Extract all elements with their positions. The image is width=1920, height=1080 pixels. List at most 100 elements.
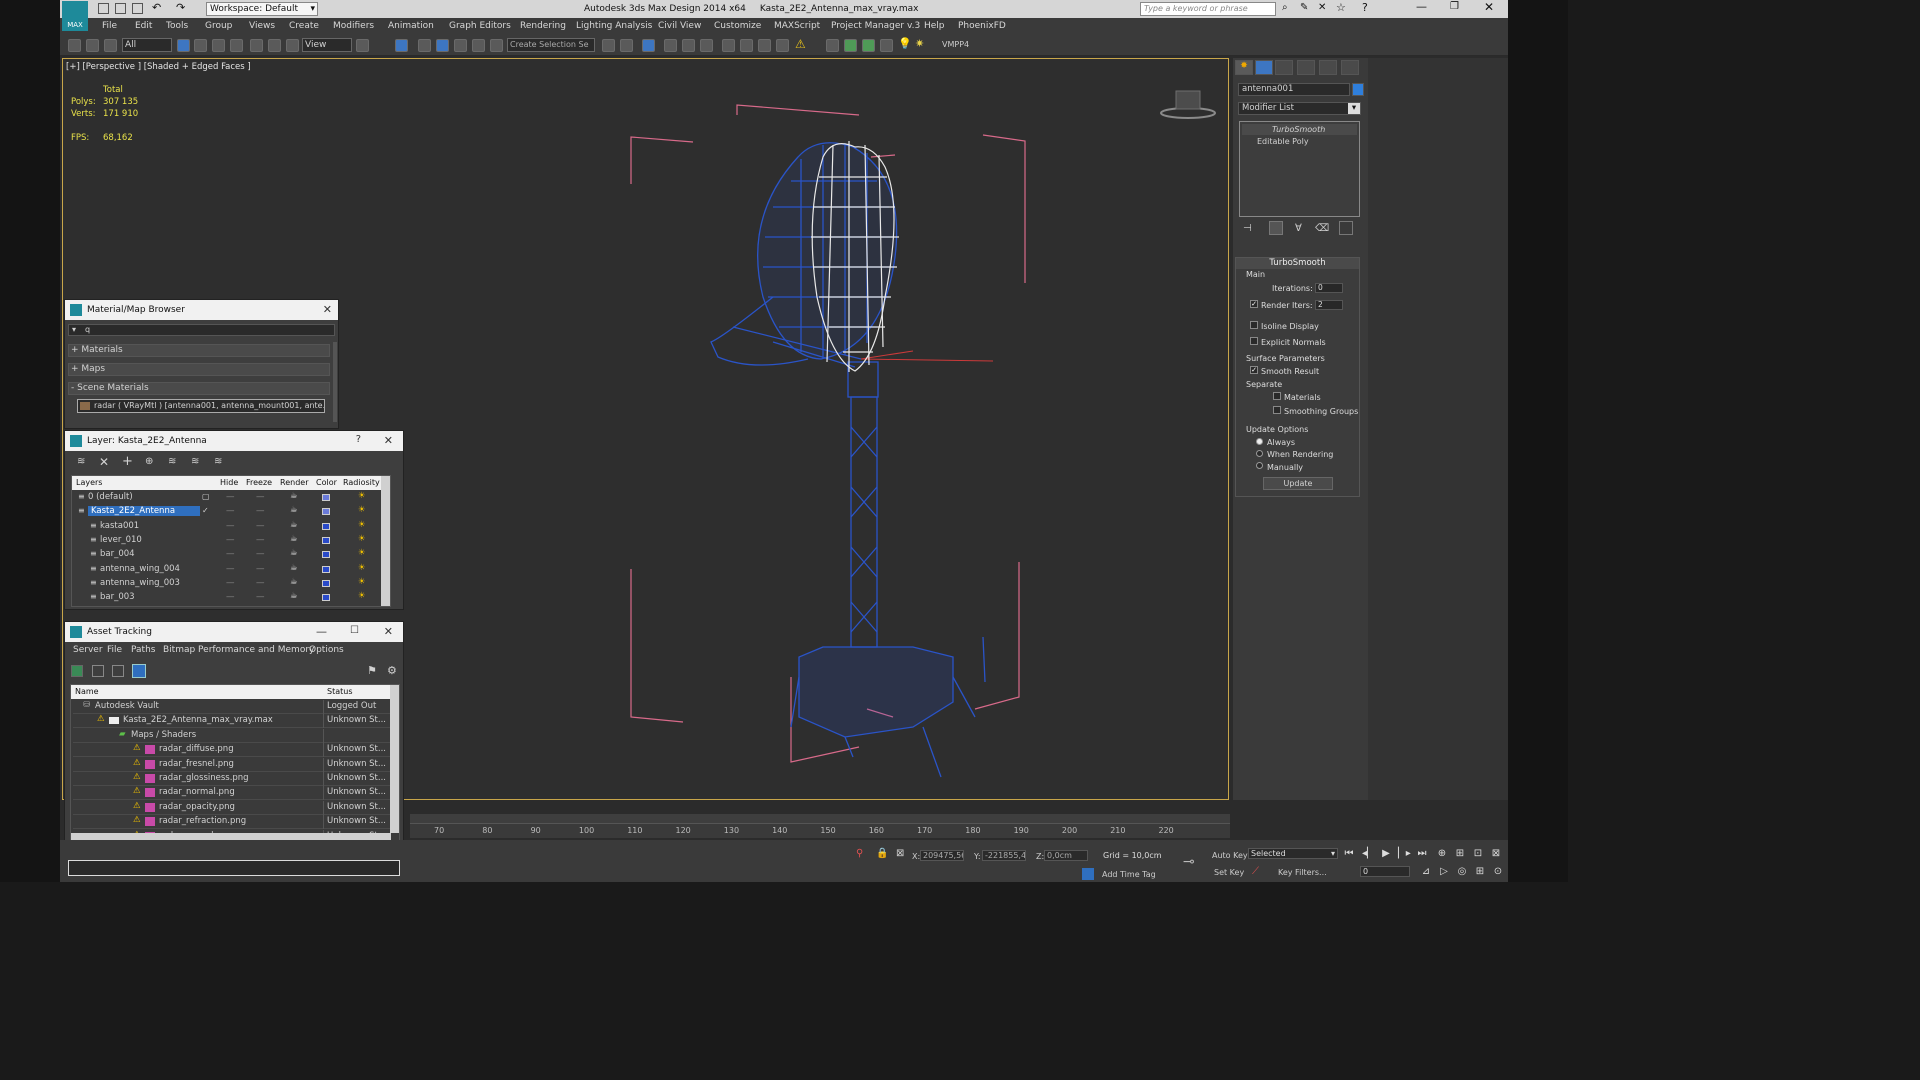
percent-snap-icon[interactable] bbox=[454, 39, 467, 52]
asset-tracking-title-bar[interactable]: Asset Tracking — ☐ ✕ bbox=[65, 622, 403, 642]
key-icon[interactable]: ⟋ bbox=[1252, 866, 1259, 877]
layer-color-swatch[interactable] bbox=[322, 522, 330, 530]
create-layer-icon[interactable]: ≋ bbox=[77, 456, 85, 467]
freeze-toggle-icon[interactable]: — bbox=[256, 564, 265, 574]
menu-customize[interactable]: Customize bbox=[714, 21, 761, 31]
tree-view-icon[interactable] bbox=[112, 665, 124, 677]
layer-color-swatch[interactable] bbox=[322, 508, 330, 516]
asset-row[interactable]: ⚠ radar_glossiness.png Unknown St... bbox=[73, 772, 391, 786]
remove-modifier-icon[interactable]: ⌫ bbox=[1315, 223, 1329, 234]
explicit-normals-checkbox[interactable] bbox=[1250, 337, 1258, 345]
layer-row[interactable]: ≡ 0 (default) ▢ — — ☕ ☀ bbox=[74, 491, 384, 505]
vray-proxy-icon[interactable] bbox=[880, 39, 893, 52]
render-iters-spinner[interactable]: 2 bbox=[1315, 300, 1343, 310]
light-bulb-icon[interactable]: 💡 bbox=[898, 37, 912, 50]
layer-row[interactable]: ≡ bar_003 — — ☕ ☀ bbox=[74, 591, 384, 605]
add-time-tag-label[interactable]: Add Time Tag bbox=[1102, 870, 1156, 879]
asset-row[interactable]: ⚠ radar_opacity.png Unknown St... bbox=[73, 800, 391, 815]
menu-tools[interactable]: Tools bbox=[166, 21, 188, 31]
radiosity-sun-icon[interactable]: ☀ bbox=[358, 534, 366, 544]
create-tab-icon[interactable]: ✸ bbox=[1235, 60, 1253, 75]
layer-row[interactable]: ≡ kasta001 — — ☕ ☀ bbox=[74, 520, 384, 534]
modifier-list-dropdown[interactable]: Modifier List ▾ bbox=[1238, 102, 1361, 115]
maxscript-mini-listener[interactable] bbox=[68, 860, 400, 876]
spinner-snap-icon[interactable] bbox=[472, 39, 485, 52]
update-when-rendering-radio[interactable] bbox=[1256, 450, 1263, 457]
layer-help-button[interactable]: ? bbox=[356, 434, 361, 445]
render-teapot-icon[interactable]: ☕ bbox=[290, 520, 298, 530]
active-layer-check-icon[interactable]: ✓ bbox=[202, 506, 209, 515]
close-icon[interactable]: ✕ bbox=[384, 625, 393, 638]
play-icon[interactable]: ▶ bbox=[1380, 848, 1392, 860]
asset-menu-bitmap-performance[interactable]: Bitmap Performance and Memory bbox=[163, 645, 314, 655]
separate-smoothing-groups-checkbox[interactable] bbox=[1273, 406, 1281, 414]
menu-lighting-analysis[interactable]: Lighting Analysis bbox=[576, 21, 652, 31]
menu-maxscript[interactable]: MAXScript bbox=[774, 21, 820, 31]
column-name[interactable]: Name bbox=[75, 687, 99, 701]
utilities-tab-icon[interactable] bbox=[1341, 60, 1359, 75]
open-file-icon[interactable] bbox=[115, 3, 126, 14]
radiosity-sun-icon[interactable]: ☀ bbox=[358, 548, 366, 558]
select-in-layer-icon[interactable]: ⊕ bbox=[145, 456, 153, 467]
schematic-view-icon[interactable] bbox=[700, 39, 713, 52]
render-teapot-icon[interactable]: ☕ bbox=[290, 577, 298, 587]
bind-space-warp-icon[interactable] bbox=[104, 39, 117, 52]
menu-phoenixfd[interactable]: PhoenixFD bbox=[958, 21, 1006, 31]
layer-row[interactable]: ≡ bar_004 — — ☕ ☀ bbox=[74, 548, 384, 562]
column-freeze[interactable]: Freeze bbox=[246, 478, 272, 492]
tools-icon[interactable]: ✎ bbox=[1300, 2, 1308, 13]
redo-icon[interactable]: ↷ bbox=[176, 1, 185, 14]
menu-graph-editors[interactable]: Graph Editors bbox=[449, 21, 511, 31]
curve-editor-icon[interactable] bbox=[682, 39, 695, 52]
rotate-icon[interactable] bbox=[268, 39, 281, 52]
window-crossing-icon[interactable] bbox=[230, 39, 243, 52]
scene-material-item[interactable]: radar ( VRayMtl ) [antenna001, antenna_m… bbox=[77, 399, 325, 413]
edit-named-selection-icon[interactable] bbox=[490, 39, 503, 52]
freeze-toggle-icon[interactable]: — bbox=[256, 592, 265, 602]
hide-all-layers-icon[interactable]: ≋ bbox=[191, 456, 199, 467]
link-icon[interactable] bbox=[68, 39, 81, 52]
list-view-icon[interactable] bbox=[92, 665, 104, 677]
menu-file[interactable]: File bbox=[102, 21, 117, 31]
render-iters-checkbox[interactable]: ✓ bbox=[1250, 300, 1258, 308]
refresh-icon[interactable] bbox=[71, 665, 83, 677]
layer-color-swatch[interactable] bbox=[322, 579, 330, 587]
stack-item-editable-poly[interactable]: Editable Poly bbox=[1242, 136, 1357, 147]
freeze-toggle-icon[interactable]: — bbox=[256, 535, 265, 545]
column-color[interactable]: Color bbox=[316, 478, 337, 492]
radiosity-sun-icon[interactable]: ☀ bbox=[358, 491, 366, 501]
column-status[interactable]: Status bbox=[327, 687, 353, 701]
close-button[interactable]: ✕ bbox=[1484, 0, 1494, 14]
render-teapot-icon[interactable]: ☕ bbox=[290, 534, 298, 544]
freeze-toggle-icon[interactable]: — bbox=[256, 492, 265, 502]
select-by-name-icon[interactable] bbox=[194, 39, 207, 52]
graphite-toolset-icon[interactable] bbox=[664, 39, 677, 52]
object-color-swatch[interactable] bbox=[1352, 83, 1364, 96]
pan-icon[interactable]: ▷ bbox=[1438, 866, 1450, 878]
save-file-icon[interactable] bbox=[132, 3, 143, 14]
scene-materials-section[interactable]: - Scene Materials bbox=[68, 382, 330, 395]
menu-modifiers[interactable]: Modifiers bbox=[333, 21, 374, 31]
cross-tools-icon[interactable]: ✕ bbox=[1318, 2, 1326, 13]
favorite-star-icon[interactable]: ☆ bbox=[1336, 1, 1346, 14]
asset-row[interactable]: ⚠ radar_diffuse.png Unknown St... bbox=[73, 743, 391, 758]
render-setup-icon[interactable] bbox=[740, 39, 753, 52]
menu-edit[interactable]: Edit bbox=[135, 21, 152, 31]
scale-icon[interactable] bbox=[286, 39, 299, 52]
layer-manager-title-bar[interactable]: Layer: Kasta_2E2_Antenna? ✕ bbox=[65, 431, 403, 451]
asset-row[interactable]: ⚠ Kasta_2E2_Antenna_max_vray.max Unknown S… bbox=[73, 714, 391, 729]
asset-list-scrollbar[interactable] bbox=[390, 685, 399, 833]
snaps-toggle-icon[interactable] bbox=[418, 39, 431, 52]
render-teapot-icon[interactable]: ☕ bbox=[290, 548, 298, 558]
material-browser-title-bar[interactable]: Material/Map Browser ✕ bbox=[65, 300, 338, 320]
set-key-button[interactable]: Set Key bbox=[1214, 868, 1244, 877]
z-coord-field[interactable]: 0,0cm bbox=[1044, 850, 1088, 861]
orbit-icon[interactable]: ◎ bbox=[1456, 866, 1468, 878]
object-name-field[interactable]: antenna001 bbox=[1238, 83, 1350, 96]
display-tab-icon[interactable] bbox=[1319, 60, 1337, 75]
iterations-spinner[interactable]: 0 bbox=[1315, 283, 1343, 293]
menu-civil-view[interactable]: Civil View bbox=[658, 21, 701, 31]
highlight-layer-icon[interactable]: ≋ bbox=[168, 456, 176, 467]
help-icon[interactable]: ? bbox=[1362, 1, 1368, 14]
time-tag-icon[interactable] bbox=[1082, 868, 1094, 880]
